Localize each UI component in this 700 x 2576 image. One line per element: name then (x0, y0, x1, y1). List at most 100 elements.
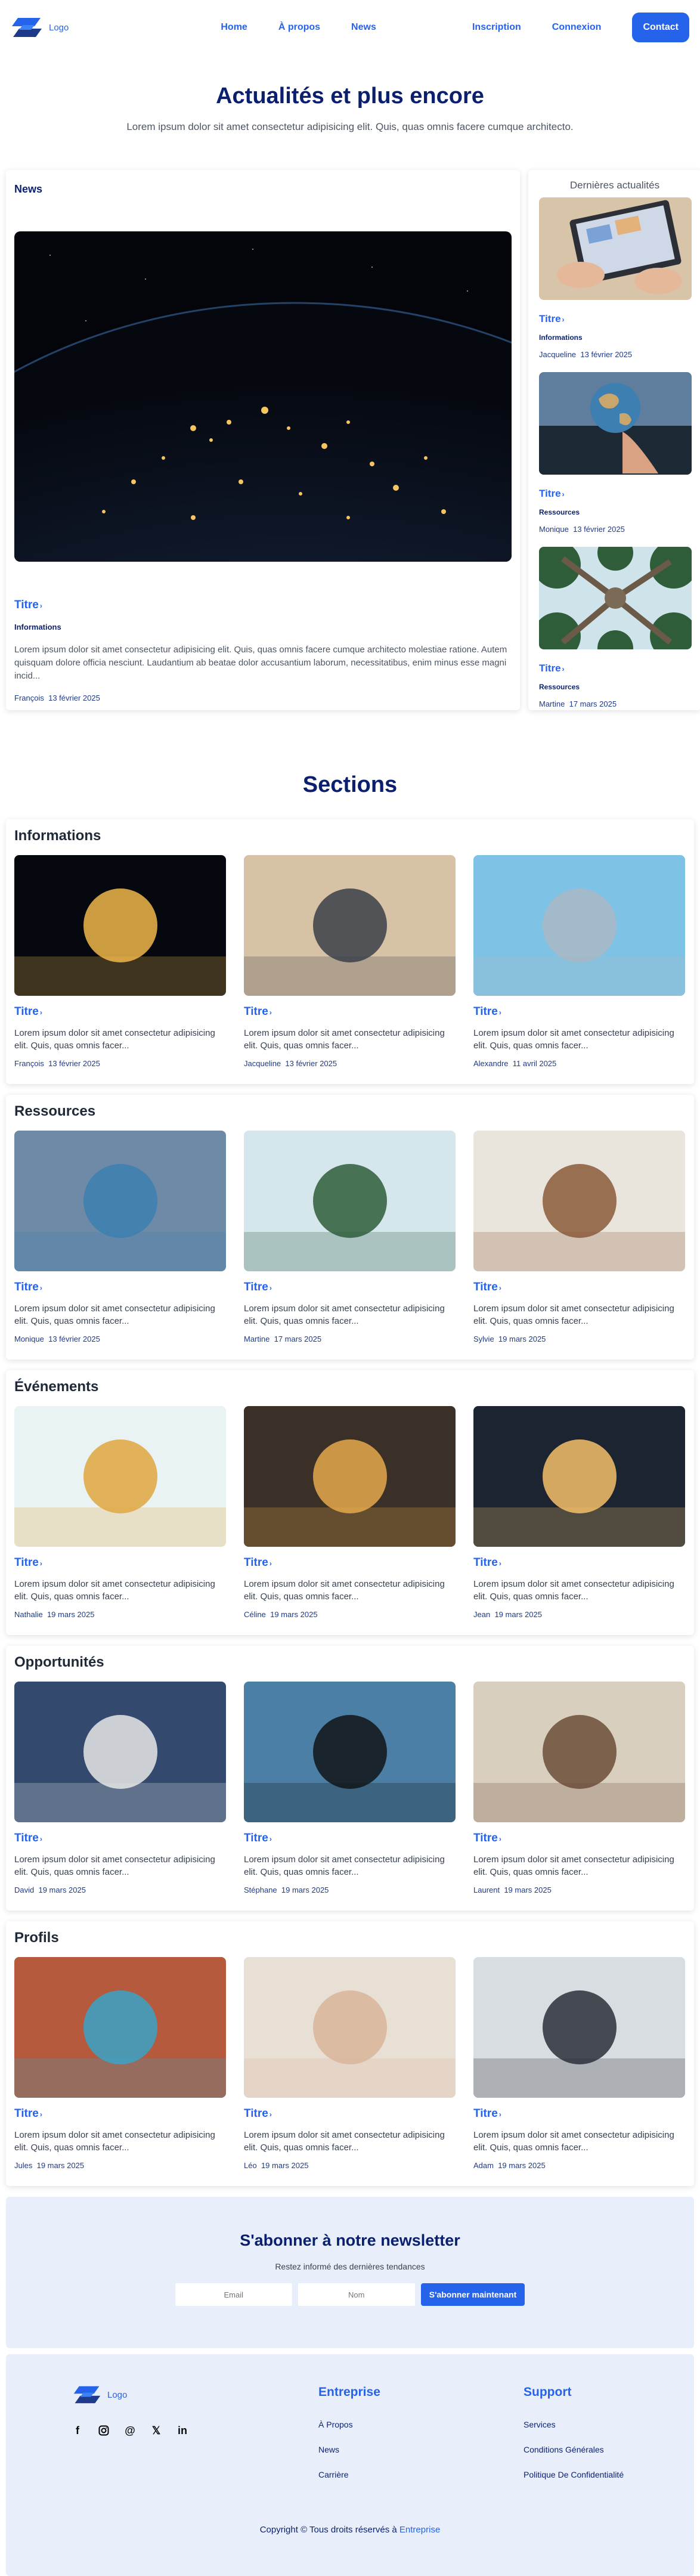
card-title[interactable]: Titre › (14, 2107, 226, 2120)
sections-container: Informations Titre › Lorem ipsum dolor sit … (0, 819, 700, 2186)
article-card[interactable]: Titre › Lorem ipsum dolor sit amet consect… (244, 855, 456, 1068)
card-title[interactable]: Titre › (14, 1005, 226, 1018)
card-image[interactable] (14, 1957, 226, 2098)
copyright-link[interactable]: Entreprise (399, 2525, 440, 2535)
featured-news-title[interactable]: Titre › (14, 599, 512, 612)
latest-item-category: Ressources (539, 508, 580, 516)
article-card[interactable]: Titre › Lorem ipsum dolor sit amet consect… (14, 1957, 226, 2170)
linkedin-icon[interactable]: in (176, 2425, 188, 2436)
article-card[interactable]: Titre › Lorem ipsum dolor sit amet consect… (244, 1682, 456, 1894)
footer-link-careers[interactable]: Carrière (318, 2470, 380, 2479)
nav-about[interactable]: À propos (278, 22, 320, 33)
card-image[interactable] (473, 1957, 685, 2098)
globe-image[interactable] (539, 372, 692, 475)
article-card[interactable]: Titre › Lorem ipsum dolor sit amet consect… (473, 1682, 685, 1894)
footer-link-terms[interactable]: Conditions Générales (524, 2445, 624, 2454)
card-title[interactable]: Titre › (14, 1556, 226, 1569)
card-image[interactable] (244, 1957, 456, 2098)
card-image[interactable] (14, 855, 226, 996)
card-title[interactable]: Titre › (244, 2107, 456, 2120)
footer-logo[interactable]: Logo (73, 2385, 127, 2404)
latest-item-title[interactable]: Titre › (539, 488, 690, 500)
card-image-art (14, 1406, 226, 1547)
latest-news-item[interactable]: Titre › Ressources Monique 13 février 202… (539, 372, 692, 534)
card-image[interactable] (473, 855, 685, 996)
article-card[interactable]: Titre › Lorem ipsum dolor sit amet consect… (473, 1131, 685, 1343)
footer-link-services[interactable]: Services (524, 2420, 624, 2429)
card-title[interactable]: Titre › (244, 1005, 456, 1018)
logo[interactable]: Logo (11, 17, 69, 38)
article-card[interactable]: Titre › Lorem ipsum dolor sit amet consect… (14, 855, 226, 1068)
card-title[interactable]: Titre › (244, 1281, 456, 1294)
threads-icon[interactable]: @ (124, 2425, 136, 2436)
latest-news-item[interactable]: Titre › Ressources Martine 17 mars 2025 (539, 547, 692, 708)
article-card[interactable]: Titre › Lorem ipsum dolor sit amet consect… (14, 1406, 226, 1619)
nav-news[interactable]: News (351, 22, 376, 33)
card-image[interactable] (14, 1406, 226, 1547)
chevron-right-icon: › (498, 2110, 501, 2119)
article-card[interactable]: Titre › Lorem ipsum dolor sit amet consect… (244, 1131, 456, 1343)
contact-button[interactable]: Contact (632, 13, 689, 42)
featured-news-image[interactable] (14, 231, 512, 562)
card-image[interactable] (473, 1406, 685, 1547)
instagram-icon[interactable] (98, 2425, 110, 2436)
author: Adam (473, 2161, 494, 2170)
card-image[interactable] (244, 855, 456, 996)
card-title[interactable]: Titre › (244, 1832, 456, 1845)
footer-link-privacy[interactable]: Politique De Confidentialité (524, 2470, 624, 2479)
article-card[interactable]: Titre › Lorem ipsum dolor sit amet consect… (244, 1957, 456, 2170)
card-description: Lorem ipsum dolor sit amet consectetur a… (473, 2130, 674, 2153)
article-card[interactable]: Titre › Lorem ipsum dolor sit amet consect… (473, 855, 685, 1068)
card-image[interactable] (473, 1131, 685, 1271)
latest-item-title[interactable]: Titre › (539, 313, 690, 325)
latest-news-item[interactable]: Titre › Informations Jacqueline 13 févrie… (539, 197, 692, 359)
author: Jean (473, 1610, 491, 1619)
card-image[interactable] (14, 1682, 226, 1822)
logo-icon (12, 18, 42, 37)
article-card[interactable]: Titre › Lorem ipsum dolor sit amet consect… (244, 1406, 456, 1619)
footer-link-about[interactable]: À Propos (318, 2420, 380, 2429)
card-title[interactable]: Titre › (473, 2107, 685, 2120)
article-card[interactable]: Titre › Lorem ipsum dolor sit amet consect… (14, 1131, 226, 1343)
card-title[interactable]: Titre › (473, 1281, 685, 1294)
newsletter-subtitle: Restez informé des dernières tendances (275, 2262, 425, 2271)
date: 13 février 2025 (48, 1059, 100, 1068)
date: 19 mars 2025 (494, 1610, 542, 1619)
login-link[interactable]: Connexion (552, 22, 602, 33)
card-meta: Laurent 19 mars 2025 (473, 1885, 685, 1894)
email-field[interactable] (175, 2283, 292, 2306)
nav-home[interactable]: Home (221, 22, 247, 33)
card-meta: Adam 19 mars 2025 (473, 2161, 685, 2170)
card-description: Lorem ipsum dolor sit amet consectetur a… (14, 1579, 215, 1602)
forest-image[interactable] (539, 547, 692, 649)
card-image[interactable] (244, 1131, 456, 1271)
footer-link-news[interactable]: News (318, 2445, 380, 2454)
name-field[interactable] (298, 2283, 415, 2306)
card-title[interactable]: Titre › (473, 1556, 685, 1569)
featured-news[interactable]: News Titre › Informations Lorem ipsum do… (6, 170, 520, 710)
signup-link[interactable]: Inscription (472, 22, 521, 33)
x-twitter-icon[interactable]: 𝕏 (150, 2425, 162, 2436)
copyright: Copyright © Tous droits réservés à Entre… (259, 2525, 441, 2535)
card-image[interactable] (14, 1131, 226, 1271)
article-card[interactable]: Titre › Lorem ipsum dolor sit amet consect… (473, 1957, 685, 2170)
card-image[interactable] (244, 1406, 456, 1547)
facebook-icon[interactable]: f (72, 2425, 83, 2436)
latest-item-title[interactable]: Titre › (539, 662, 690, 674)
subscribe-button[interactable]: S'abonner maintenant (420, 2283, 525, 2306)
card-title[interactable]: Titre › (14, 1832, 226, 1845)
card-image-art (244, 1682, 456, 1822)
article-card[interactable]: Titre › Lorem ipsum dolor sit amet consect… (14, 1682, 226, 1894)
card-image[interactable] (473, 1682, 685, 1822)
footer-support-title: Support (524, 2385, 572, 2399)
card-image[interactable] (244, 1682, 456, 1822)
card-title[interactable]: Titre › (14, 1281, 226, 1294)
card-title[interactable]: Titre › (244, 1556, 456, 1569)
tablet-image[interactable] (539, 197, 692, 300)
card-title[interactable]: Titre › (473, 1832, 685, 1845)
card-image-art (473, 855, 685, 996)
card-title[interactable]: Titre › (473, 1005, 685, 1018)
social-links: f @ 𝕏 in (72, 2425, 188, 2436)
article-card[interactable]: Titre › Lorem ipsum dolor sit amet consect… (473, 1406, 685, 1619)
chevron-right-icon: › (39, 1559, 42, 1568)
